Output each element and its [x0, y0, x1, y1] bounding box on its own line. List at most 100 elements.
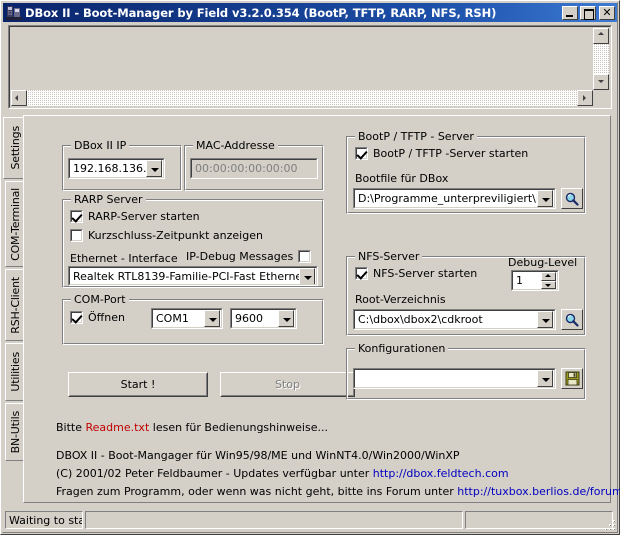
about-line-3: Fragen zum Programm, oder wenn was nicht…: [56, 485, 620, 498]
com-port-combo[interactable]: COM1: [151, 308, 223, 329]
debug-level-label: Debug-Level: [508, 256, 578, 269]
mac-address-value: 00:00:00:00:00:00: [195, 162, 298, 175]
readme-link[interactable]: Readme.txt: [86, 421, 150, 434]
tab-utilities[interactable]: Utilities: [5, 343, 25, 401]
bootfile-value: D:\Programme_unterpreviligiert\DBox2 I: [358, 192, 537, 205]
stop-button-label: Stop: [274, 378, 300, 391]
start-button-label: Start !: [120, 378, 156, 391]
debug-level-spinner[interactable]: 1: [511, 270, 559, 291]
konfiguration-save-button[interactable]: [561, 368, 583, 389]
rarp-start-label: RARP-Server starten: [88, 210, 200, 223]
status-message: Waiting to start...: [5, 511, 83, 529]
tab-bn-utils[interactable]: BN-Utils: [5, 403, 25, 461]
dbox-ip-value: 192.168.136.1: [73, 162, 146, 175]
root-directory-label: Root-Verzeichnis: [355, 293, 446, 306]
root-directory-browse-button[interactable]: [561, 309, 583, 330]
dbox-ip-chevron-down-icon[interactable]: [146, 160, 162, 177]
scroll-down-button[interactable]: [593, 74, 609, 90]
start-button[interactable]: Start !: [68, 372, 208, 397]
tab-utilities-label: Utilities: [8, 352, 22, 392]
com-port-value: COM1: [156, 312, 189, 325]
debug-level-value[interactable]: 1: [513, 274, 541, 287]
ethernet-interface-combo[interactable]: Realtek RTL8139-Familie-PCI-Fast Etherne…: [68, 266, 318, 286]
floppy-disk-icon: [565, 371, 579, 386]
com-port-chevron-down-icon[interactable]: [204, 310, 220, 327]
debug-level-decrement-icon[interactable]: [541, 280, 556, 289]
rarp-start-checkbox-row[interactable]: RARP-Server starten: [70, 210, 200, 223]
log-text-area[interactable]: [11, 28, 595, 94]
status-progress-cell: [85, 511, 463, 529]
stop-button: Stop: [220, 372, 355, 397]
about-line-2: (C) 2001/02 Peter Feldbaumer - Updates v…: [56, 467, 509, 480]
log-pane-inner-frame: [9, 26, 611, 108]
root-directory-value: C:\dbox\dbox2\cdkroot: [358, 313, 483, 326]
rarp-server-group-title: RARP Server: [71, 193, 146, 206]
baud-rate-combo[interactable]: 9600: [230, 308, 297, 329]
settings-panel: DBox II IP 192.168.136.1 MAC-Addresse 00…: [23, 115, 620, 503]
nfs-start-checkbox[interactable]: [355, 267, 368, 280]
tuxbox-forum-link[interactable]: http://tuxbox.berlios.de/forum: [457, 485, 620, 498]
tab-strip: Settings COM-Terminal RSH-Client Utiliti…: [3, 117, 26, 461]
nfs-start-checkbox-row[interactable]: NFS-Server starten: [355, 267, 477, 280]
debug-level-stepper[interactable]: [541, 272, 556, 289]
tab-com-terminal[interactable]: COM-Terminal: [5, 181, 25, 267]
bootp-start-label: BootP / TFTP -Server starten: [373, 147, 529, 160]
dbox-ip-group-title: DBox II IP: [71, 139, 130, 152]
about-line-1: DBOX II - Boot-Mangager für Win95/98/ME …: [56, 449, 460, 462]
baud-rate-chevron-down-icon[interactable]: [278, 310, 294, 327]
log-horizontal-scrollbar[interactable]: [11, 90, 593, 106]
ethernet-interface-value: Realtek RTL8139-Familie-PCI-Fast Etherne…: [73, 269, 299, 283]
bootp-start-checkbox-row[interactable]: BootP / TFTP -Server starten: [355, 147, 528, 160]
scroll-up-button[interactable]: [593, 28, 609, 44]
dbox-app-icon: [6, 5, 22, 20]
status-bar: Waiting to start...: [5, 510, 615, 530]
tab-settings-label: Settings: [8, 126, 22, 170]
nfs-server-group-title: NFS-Server: [355, 250, 423, 263]
readme-hint-line: Bitte Readme.txt lesen für Bedienungshin…: [56, 421, 328, 434]
konfigurationen-group-title: Konfigurationen: [355, 342, 449, 355]
com-open-checkbox-row[interactable]: Öffnen: [70, 311, 125, 324]
tab-rsh-client-label: RSH-Client: [8, 276, 22, 334]
scrollbar-corner: [593, 90, 609, 106]
bootp-start-checkbox[interactable]: [355, 147, 368, 160]
resize-grip[interactable]: [603, 518, 617, 532]
application-window: DBox II - Boot-Manager by Field v3.2.0.3…: [0, 0, 620, 535]
close-button[interactable]: ✕: [599, 5, 615, 20]
bootfile-label: Bootfile für DBox: [355, 172, 449, 185]
title-bar[interactable]: DBox II - Boot-Manager by Field v3.2.0.3…: [3, 3, 617, 22]
bootp-tftp-group-title: BootP / TFTP - Server: [355, 130, 477, 143]
ethernet-interface-chevron-down-icon[interactable]: [299, 268, 315, 284]
baud-rate-value: 9600: [235, 312, 263, 325]
rarp-short-checkbox-row[interactable]: Kurzschluss-Zeitpunkt anzeigen: [70, 229, 263, 242]
com-open-label: Öffnen: [88, 311, 125, 324]
forum-text: Fragen zum Programm, oder wenn was nicht…: [56, 485, 458, 498]
minimize-button[interactable]: [562, 5, 578, 20]
dbox-ip-combo[interactable]: 192.168.136.1: [68, 158, 165, 179]
tab-com-terminal-label: COM-Terminal: [8, 187, 22, 261]
rarp-start-checkbox[interactable]: [70, 210, 83, 223]
ip-debug-checkbox[interactable]: [298, 250, 312, 263]
status-extra-cell: [465, 511, 613, 529]
feldtech-link[interactable]: http://dbox.feldtech.com: [373, 467, 509, 480]
konfiguration-chevron-down-icon[interactable]: [537, 370, 553, 387]
maximize-button[interactable]: [580, 5, 596, 20]
magnifier-icon: [565, 192, 579, 206]
scroll-right-button[interactable]: [577, 90, 593, 106]
debug-level-increment-icon[interactable]: [541, 272, 556, 281]
ip-debug-checkbox-row[interactable]: IP-Debug Messages: [186, 250, 312, 263]
log-output-pane: [8, 25, 612, 109]
scroll-left-button[interactable]: [11, 90, 27, 106]
readme-hint-prefix: Bitte: [56, 421, 86, 434]
tab-rsh-client[interactable]: RSH-Client: [5, 269, 25, 341]
root-directory-chevron-down-icon[interactable]: [537, 311, 553, 328]
rarp-short-checkbox[interactable]: [70, 229, 83, 242]
ip-debug-label: IP-Debug Messages: [186, 250, 294, 263]
rarp-short-label: Kurzschluss-Zeitpunkt anzeigen: [88, 229, 263, 242]
bootfile-browse-button[interactable]: [561, 188, 583, 209]
bootfile-combo[interactable]: D:\Programme_unterpreviligiert\DBox2 I: [353, 188, 556, 209]
bootfile-chevron-down-icon[interactable]: [537, 190, 553, 207]
root-directory-combo[interactable]: C:\dbox\dbox2\cdkroot: [353, 309, 556, 330]
com-open-checkbox[interactable]: [70, 311, 83, 324]
tab-bn-utils-label: BN-Utils: [8, 410, 22, 454]
konfiguration-combo[interactable]: [353, 368, 556, 389]
